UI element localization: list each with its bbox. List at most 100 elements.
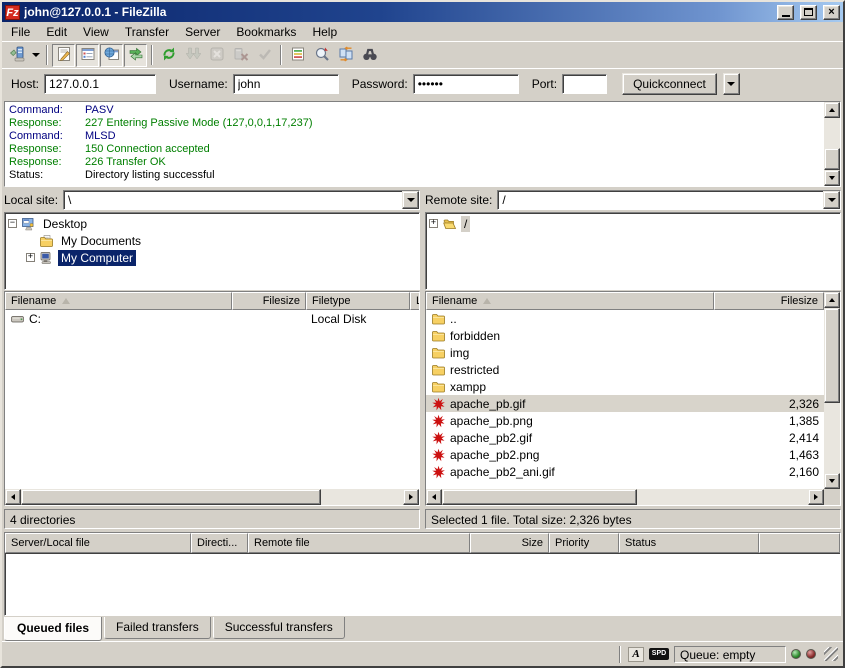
refresh-button[interactable] bbox=[157, 44, 180, 67]
remote-horizontal-scrollbar[interactable] bbox=[426, 489, 840, 505]
data-type-indicator-icon[interactable]: A bbox=[628, 647, 644, 662]
find-icon bbox=[362, 46, 378, 65]
remote-tree-item-[interactable]: +/ bbox=[427, 215, 839, 232]
queue-column-header-size[interactable]: Size bbox=[470, 533, 549, 553]
menu-bookmarks[interactable]: Bookmarks bbox=[228, 23, 304, 41]
log-line-text: MLSD bbox=[85, 130, 116, 143]
toggle-remote-tree-button[interactable] bbox=[100, 44, 123, 67]
remote-file-row[interactable]: apache_pb2_ani.gif2,160 bbox=[426, 463, 824, 480]
remote-vertical-scrollbar[interactable] bbox=[824, 292, 840, 489]
compare-icon bbox=[314, 46, 330, 65]
quickconnect-button[interactable]: Quickconnect bbox=[622, 73, 717, 95]
local-column-header-filesize[interactable]: Filesize bbox=[232, 292, 306, 310]
scroll-thumb[interactable] bbox=[824, 148, 840, 170]
minimize-button[interactable] bbox=[777, 5, 794, 20]
tab-failed-transfers[interactable]: Failed transfers bbox=[104, 617, 211, 639]
menu-view[interactable]: View bbox=[75, 23, 117, 41]
scroll-left-button[interactable] bbox=[426, 489, 442, 505]
remote-site-combo[interactable]: / bbox=[497, 190, 841, 210]
synchronized-browsing-button[interactable] bbox=[334, 44, 357, 67]
folder-icon bbox=[431, 380, 446, 394]
queue-column-header-server-local-file[interactable]: Server/Local file bbox=[5, 533, 191, 553]
tree-expander-minus-icon[interactable]: − bbox=[8, 219, 17, 228]
local-tree-item-my-documents[interactable]: My Documents bbox=[6, 232, 418, 249]
resize-grip[interactable] bbox=[824, 647, 838, 661]
toggle-message-log-button[interactable] bbox=[52, 44, 75, 67]
quickconnect-dropdown-button[interactable] bbox=[723, 73, 740, 95]
scroll-down-button[interactable] bbox=[824, 473, 840, 489]
queue-column-header-status[interactable]: Status bbox=[619, 533, 759, 553]
chevron-down-icon bbox=[407, 198, 415, 202]
remote-column-header-filesize[interactable]: Filesize bbox=[714, 292, 824, 310]
tree-expander-plus-icon[interactable]: + bbox=[429, 219, 438, 228]
remote-file-row[interactable]: apache_pb.png1,385 bbox=[426, 412, 824, 429]
tree-expander-plus-icon[interactable]: + bbox=[26, 253, 35, 262]
scroll-up-button[interactable] bbox=[824, 292, 840, 308]
local-site-combo[interactable]: \ bbox=[63, 190, 420, 210]
tree-item-label: Desktop bbox=[40, 216, 90, 232]
tab-successful-transfers[interactable]: Successful transfers bbox=[213, 617, 345, 639]
remote-file-row[interactable]: apache_pb2.png1,463 bbox=[426, 446, 824, 463]
local-horizontal-scrollbar[interactable] bbox=[5, 489, 419, 505]
local-tree-item-desktop[interactable]: − Desktop bbox=[6, 215, 418, 232]
reconnect-icon bbox=[257, 46, 273, 65]
remote-file-row[interactable]: apache_pb2.gif2,414 bbox=[426, 429, 824, 446]
tab-queued-files[interactable]: Queued files bbox=[4, 617, 102, 641]
scroll-track[interactable] bbox=[21, 489, 403, 505]
local-column-header-filetype[interactable]: Filetype bbox=[306, 292, 410, 310]
scroll-down-button[interactable] bbox=[824, 170, 840, 186]
password-input[interactable] bbox=[413, 74, 519, 94]
scroll-left-button[interactable] bbox=[5, 489, 21, 505]
scroll-track[interactable] bbox=[442, 489, 808, 505]
port-input[interactable] bbox=[562, 74, 607, 94]
maximize-button[interactable] bbox=[800, 5, 817, 20]
port-label: Port: bbox=[532, 77, 557, 91]
scroll-thumb[interactable] bbox=[824, 308, 840, 403]
menu-help[interactable]: Help bbox=[304, 23, 345, 41]
remote-site-dropdown-button[interactable] bbox=[823, 191, 840, 209]
local-site-dropdown-button[interactable] bbox=[402, 191, 419, 209]
log-vertical-scrollbar[interactable] bbox=[824, 102, 840, 186]
remote-file-row[interactable]: restricted bbox=[426, 361, 824, 378]
menu-server[interactable]: Server bbox=[177, 23, 228, 41]
site-manager-button[interactable] bbox=[5, 44, 28, 67]
filter-button[interactable] bbox=[286, 44, 309, 67]
compare-directories-button[interactable] bbox=[310, 44, 333, 67]
username-input[interactable] bbox=[233, 74, 339, 94]
password-label: Password: bbox=[352, 77, 408, 91]
scroll-track[interactable] bbox=[824, 308, 840, 473]
remote-file-row[interactable]: img bbox=[426, 344, 824, 361]
find-files-button[interactable] bbox=[358, 44, 381, 67]
scroll-thumb[interactable] bbox=[442, 489, 637, 505]
remote-file-row[interactable]: xampp bbox=[426, 378, 824, 395]
queue-column-header-remote-file[interactable]: Remote file bbox=[248, 533, 470, 553]
queue-column-header-priority[interactable]: Priority bbox=[549, 533, 619, 553]
log-line-text: 226 Transfer OK bbox=[85, 156, 166, 169]
scroll-right-button[interactable] bbox=[808, 489, 824, 505]
remote-file-row[interactable]: .. bbox=[426, 310, 824, 327]
folder-icon bbox=[431, 312, 446, 326]
local-file-row[interactable]: C:Local Disk bbox=[5, 310, 419, 327]
site-manager-dropdown-button[interactable] bbox=[29, 44, 42, 67]
menu-edit[interactable]: Edit bbox=[38, 23, 75, 41]
local-column-header-l[interactable]: L bbox=[410, 292, 419, 310]
scroll-track[interactable] bbox=[824, 118, 840, 170]
local-column-header-filename[interactable]: Filename bbox=[5, 292, 232, 310]
local-tree-item-my-computer[interactable]: +My Computer bbox=[6, 249, 418, 266]
remote-site-value: / bbox=[498, 191, 823, 209]
toggle-local-tree-button[interactable] bbox=[76, 44, 99, 67]
menu-transfer[interactable]: Transfer bbox=[117, 23, 177, 41]
close-button[interactable]: × bbox=[823, 5, 840, 20]
column-header-label: Filesize bbox=[781, 295, 818, 307]
remote-file-row[interactable]: forbidden bbox=[426, 327, 824, 344]
menu-file[interactable]: File bbox=[3, 23, 38, 41]
scroll-right-button[interactable] bbox=[403, 489, 419, 505]
speed-limits-icon[interactable]: SPD bbox=[649, 648, 669, 660]
remote-file-row[interactable]: apache_pb.gif2,326 bbox=[426, 395, 824, 412]
scroll-thumb[interactable] bbox=[21, 489, 321, 505]
scroll-up-button[interactable] bbox=[824, 102, 840, 118]
queue-column-header-directi[interactable]: Directi... bbox=[191, 533, 248, 553]
host-input[interactable] bbox=[44, 74, 156, 94]
toggle-transfer-queue-button[interactable] bbox=[124, 44, 147, 67]
remote-column-header-filename[interactable]: Filename bbox=[426, 292, 714, 310]
